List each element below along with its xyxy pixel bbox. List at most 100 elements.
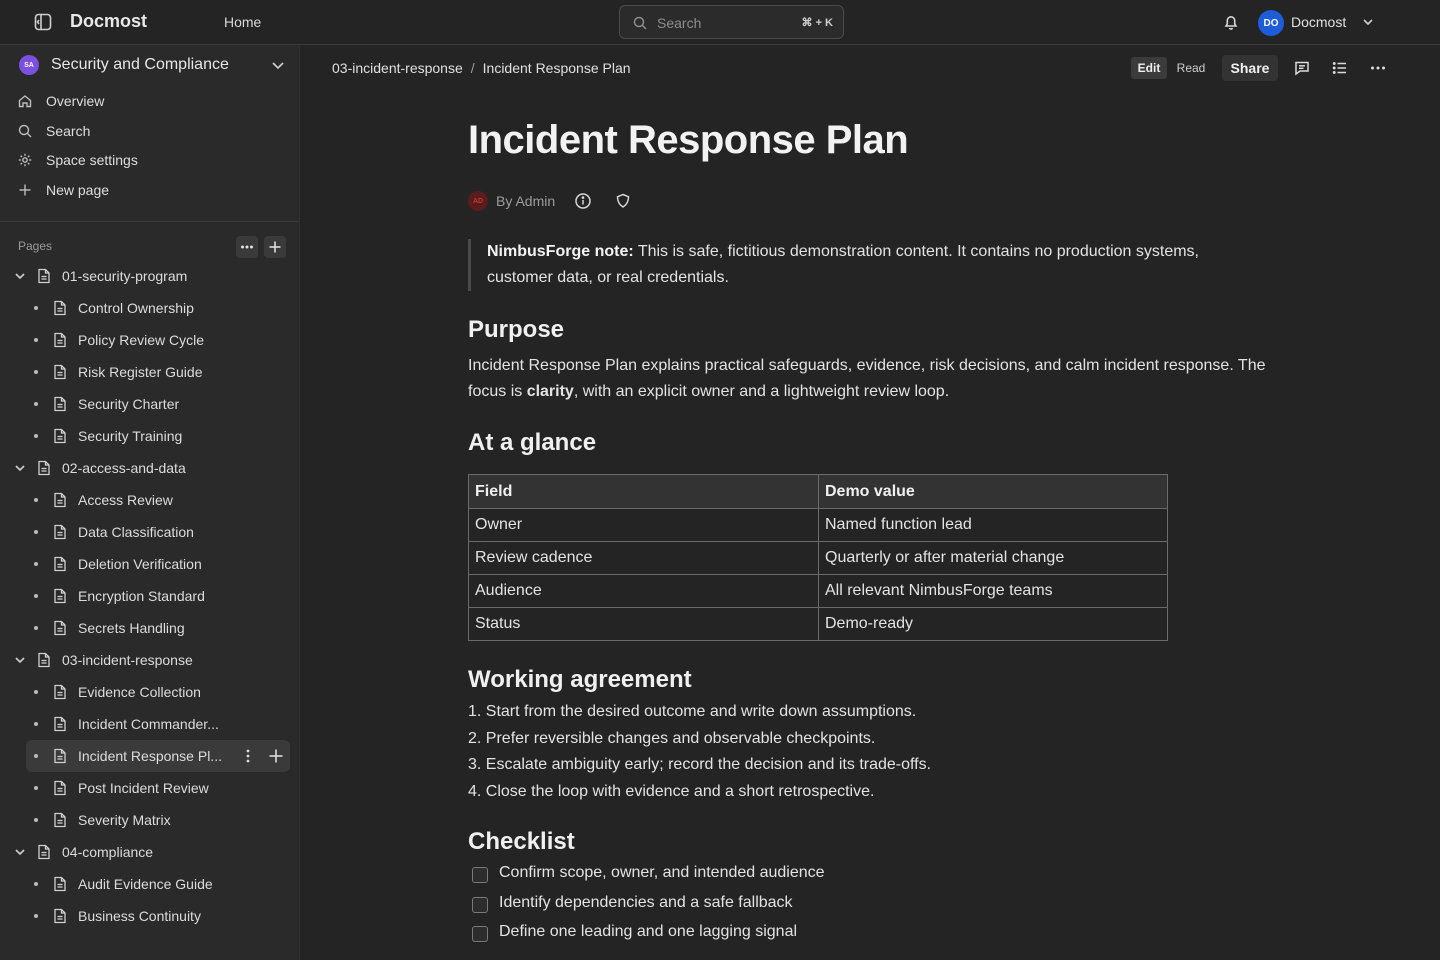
table-row: Audience All relevant NimbusForge teams	[468, 574, 1168, 608]
tree-item-label: Business Continuity	[78, 908, 201, 924]
tree-item[interactable]: 01-security-program	[0, 260, 299, 292]
sidebar-item-space-settings[interactable]: Space settings	[0, 146, 299, 174]
comment-icon[interactable]	[1293, 59, 1311, 77]
tree-item[interactable]: Severity Matrix	[0, 804, 299, 836]
space-name: Security and Compliance	[51, 56, 229, 73]
tree-item[interactable]: Data Classification	[0, 516, 299, 548]
bullet-icon	[34, 786, 38, 790]
edit-read-toggle: Edit Read	[1129, 55, 1212, 81]
tree-item[interactable]: Security Training	[0, 420, 299, 452]
checkbox[interactable]	[472, 896, 488, 913]
tree-item[interactable]: Risk Register Guide	[0, 356, 299, 388]
tree-item[interactable]: Security Charter	[0, 388, 299, 420]
tree-item[interactable]: Encryption Standard	[0, 580, 299, 612]
chevron-down-icon[interactable]	[270, 57, 286, 73]
tree-item-label: Access Review	[78, 492, 173, 508]
more-vertical-icon[interactable]	[240, 748, 256, 764]
sidebar-item-search[interactable]: Search	[0, 117, 299, 145]
chevron-down-icon[interactable]	[13, 845, 27, 859]
page-title[interactable]: Incident Response Plan	[468, 118, 909, 163]
tree-item-label: Risk Register Guide	[78, 364, 203, 380]
more-horizontal-icon	[241, 245, 253, 249]
breadcrumb-current[interactable]: Incident Response Plan	[483, 60, 631, 76]
add-page-button[interactable]	[264, 236, 286, 258]
tree-item[interactable]: Policy Review Cycle	[0, 324, 299, 356]
table-of-contents-icon[interactable]	[1331, 59, 1349, 77]
plus-icon[interactable]	[268, 748, 284, 764]
tree-item[interactable]: Incident Commander...	[0, 708, 299, 740]
tree-item-label: Incident Commander...	[78, 716, 219, 732]
search-icon	[18, 124, 32, 138]
edit-mode-button[interactable]: Edit	[1131, 57, 1167, 79]
user-avatar[interactable]: DO	[1258, 10, 1284, 36]
tree-item[interactable]: 03-incident-response	[0, 644, 299, 676]
bullet-icon	[34, 562, 38, 566]
bell-icon[interactable]	[1221, 12, 1241, 32]
document-icon	[54, 812, 66, 828]
bullet-icon	[34, 434, 38, 438]
checkbox[interactable]	[472, 867, 488, 883]
breadcrumb-separator: /	[470, 60, 475, 76]
author-avatar: AD	[468, 191, 488, 211]
bullet-icon	[34, 690, 38, 694]
pages-section-label: Pages	[18, 239, 53, 253]
chevron-down-icon[interactable]	[13, 461, 27, 475]
chevron-down-icon[interactable]	[13, 653, 27, 667]
tree-item[interactable]: Deletion Verification	[0, 548, 299, 580]
space-avatar: SA	[19, 55, 39, 75]
more-horizontal-icon[interactable]	[1369, 59, 1387, 77]
tree-item-label: Control Ownership	[78, 300, 194, 316]
checkbox[interactable]	[472, 926, 488, 942]
space-switcher[interactable]: SA Security and Compliance	[0, 45, 299, 85]
tree-item[interactable]: Control Ownership	[0, 292, 299, 324]
document-icon	[54, 492, 66, 508]
document-icon	[38, 844, 50, 860]
tree-item[interactable]: Secrets Handling	[0, 612, 299, 644]
document-icon	[54, 364, 66, 380]
table-header-cell: Demo value	[818, 474, 1168, 509]
sidebar-item-label: Overview	[46, 93, 105, 109]
search-icon	[633, 16, 647, 30]
tree-item[interactable]: 02-access-and-data	[0, 452, 299, 484]
tree-item[interactable]: Business Continuity	[0, 900, 299, 932]
home-icon	[18, 95, 32, 108]
tree-item[interactable]: Audit Evidence Guide	[0, 868, 299, 900]
bullet-icon	[34, 306, 38, 310]
breadcrumb-parent[interactable]: 03-incident-response	[332, 60, 463, 76]
user-name[interactable]: Docmost	[1291, 14, 1346, 30]
chevron-down-icon[interactable]	[1361, 15, 1375, 29]
sidebar-item-overview[interactable]: Overview	[0, 87, 299, 115]
bullet-icon	[34, 530, 38, 534]
home-link[interactable]: Home	[224, 14, 261, 30]
tree-item-label: Severity Matrix	[78, 812, 171, 828]
document-icon	[38, 268, 50, 284]
sidebar-item-new-page[interactable]: New page	[0, 176, 299, 204]
tree-item-label: Encryption Standard	[78, 588, 205, 604]
pages-more-button[interactable]	[236, 236, 258, 258]
purpose-paragraph: Incident Response Plan explains practica…	[468, 353, 1268, 405]
tree-item[interactable]: Incident Response Pl...	[26, 740, 290, 772]
checklist-label: Define one leading and one lagging signa…	[499, 923, 798, 940]
tree-item[interactable]: Access Review	[0, 484, 299, 516]
tree-item-label: Audit Evidence Guide	[78, 876, 213, 892]
bullet-icon	[34, 914, 38, 918]
chevron-down-icon[interactable]	[13, 269, 27, 283]
heading-purpose: Purpose	[468, 316, 565, 343]
tree-item[interactable]: Post Incident Review	[0, 772, 299, 804]
share-button[interactable]: Share	[1222, 55, 1278, 81]
shield-icon[interactable]	[614, 192, 632, 210]
tree-item-label: Security Charter	[78, 396, 180, 412]
tree-item[interactable]: Evidence Collection	[0, 676, 299, 708]
document-icon	[54, 876, 66, 892]
document-icon	[54, 556, 66, 572]
read-mode-button[interactable]: Read	[1173, 57, 1209, 79]
tree-item[interactable]: 04-compliance	[0, 836, 299, 868]
sidebar-toggle-icon[interactable]	[33, 12, 53, 32]
heading-at-a-glance: At a glance	[468, 429, 597, 456]
tree-item-label: Security Training	[78, 428, 183, 444]
search-input[interactable]: Search ⌘ + K	[619, 5, 844, 39]
info-icon[interactable]	[574, 192, 592, 210]
document-icon	[54, 908, 66, 924]
app-name[interactable]: Docmost	[70, 11, 147, 32]
list-item: 2. Prefer reversible changes and observa…	[468, 729, 876, 747]
